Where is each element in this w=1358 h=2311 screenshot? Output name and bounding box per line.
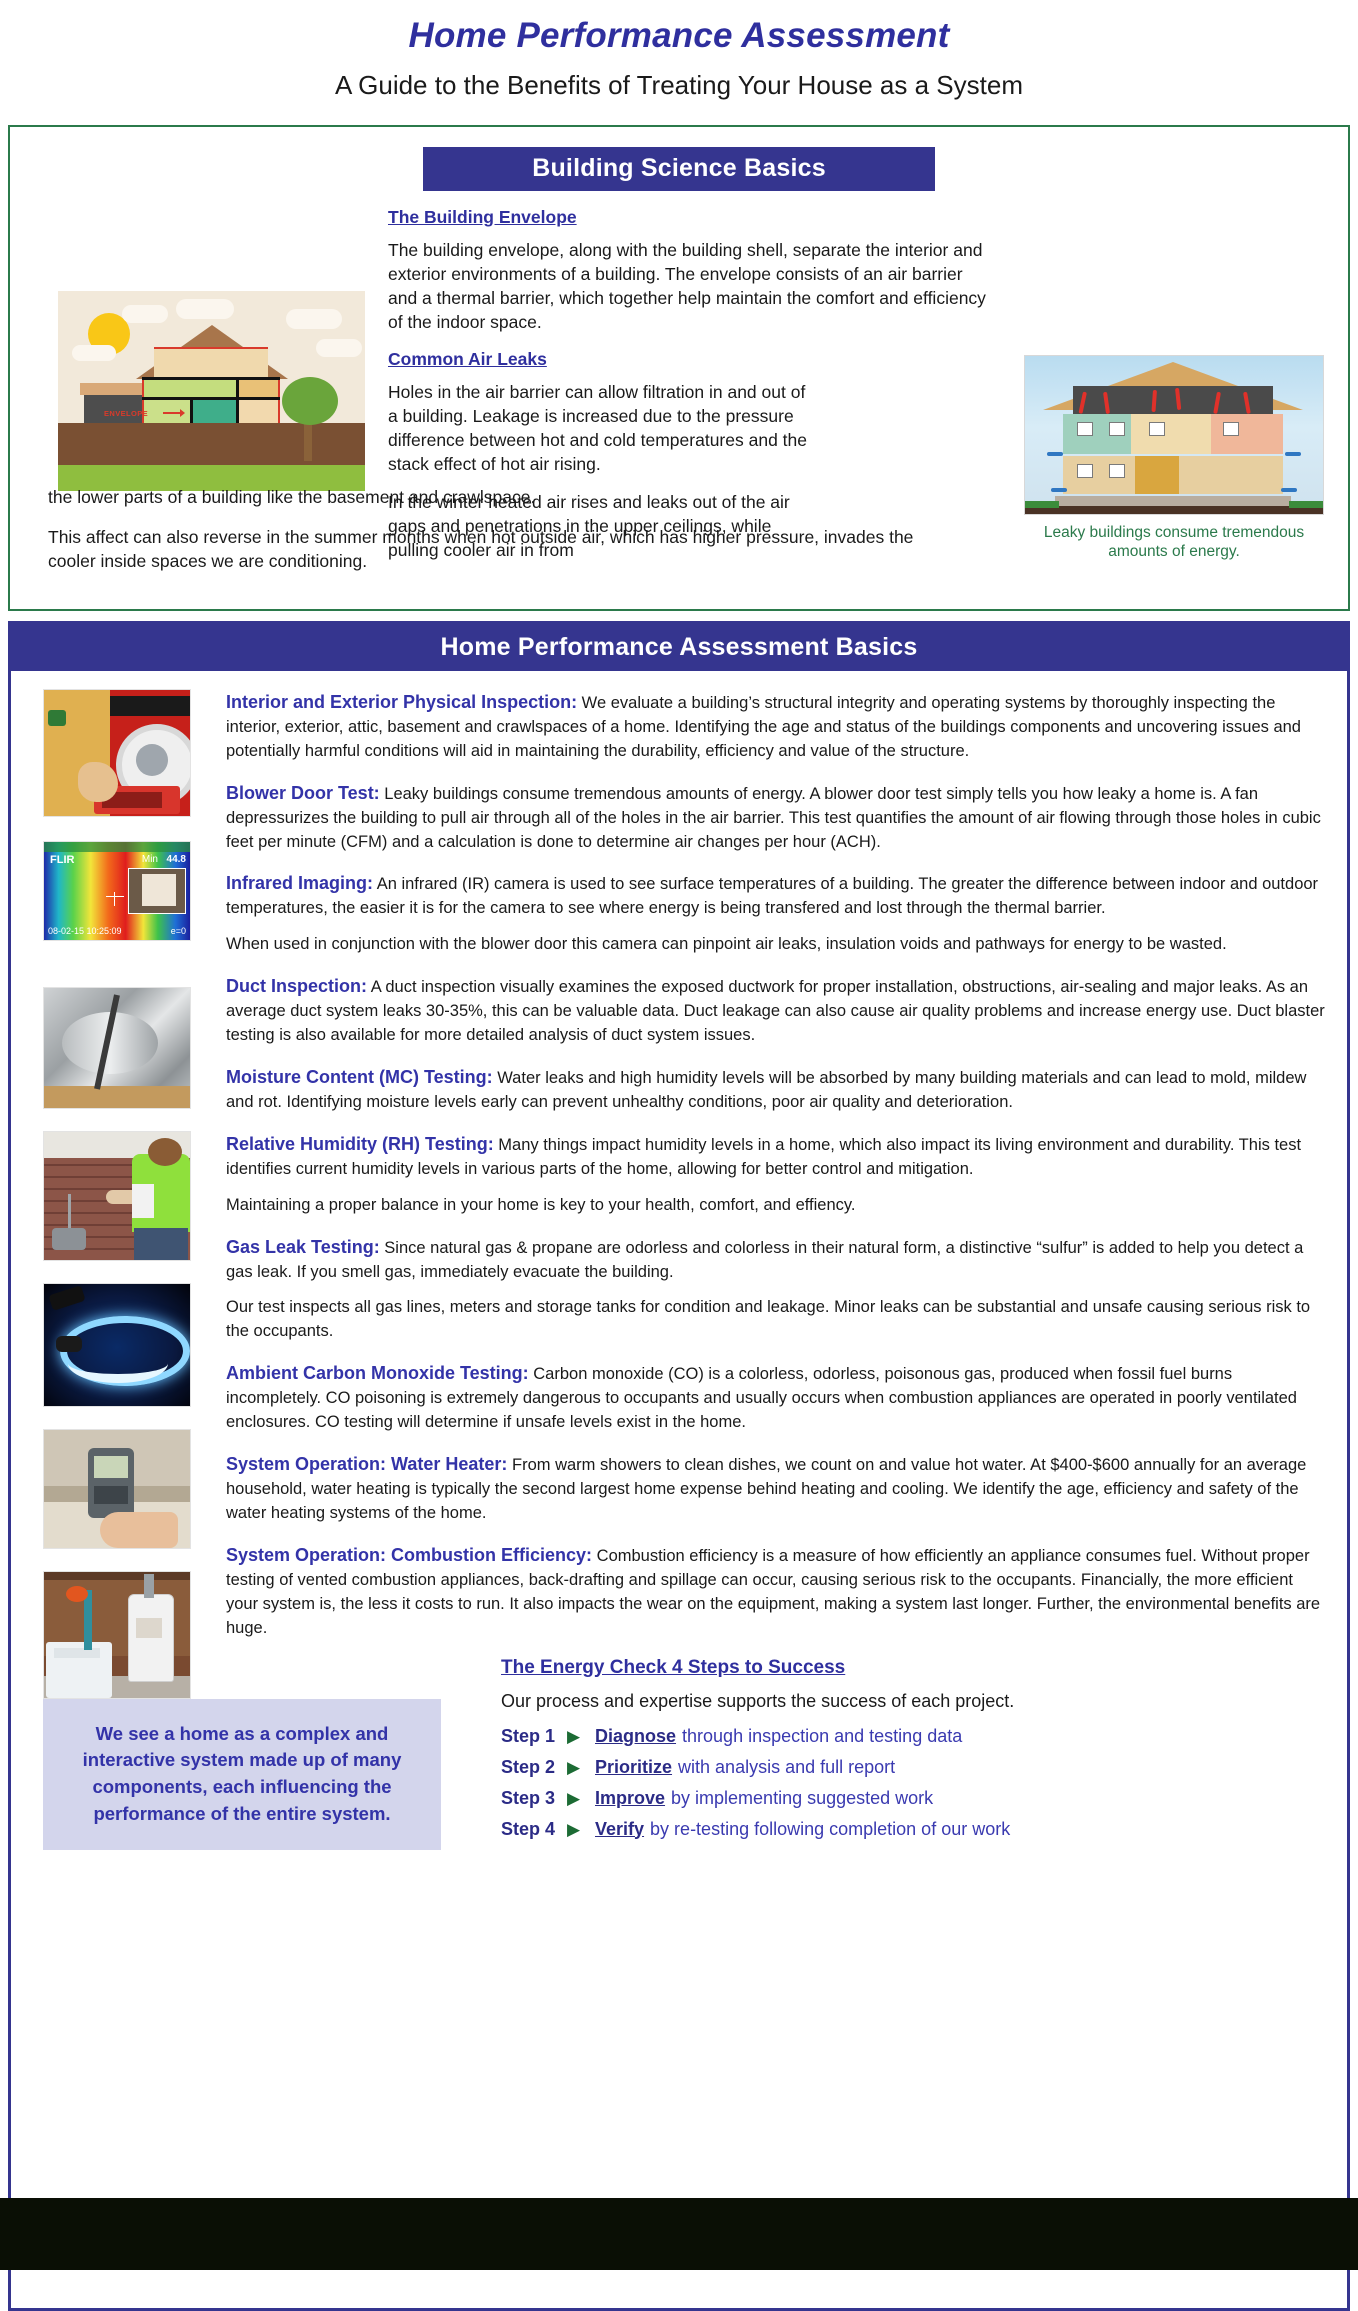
step-verb[interactable]: Verify bbox=[595, 1819, 644, 1839]
step-verb[interactable]: Prioritize bbox=[595, 1757, 672, 1777]
assessment-paragraph: Relative Humidity (RH) Testing: Many thi… bbox=[226, 1131, 1327, 1182]
building-envelope-heading[interactable]: The Building Envelope bbox=[388, 207, 988, 228]
step-row: Step 1 ▶ Diagnose through inspection and … bbox=[481, 1726, 1333, 1747]
bottom-area: We see a home as a complex and interacti… bbox=[11, 1657, 1347, 1850]
technician-at-brick-wall-photo bbox=[43, 1130, 191, 1261]
flexible-ductwork-photo bbox=[43, 986, 191, 1109]
step-label: Step 1 bbox=[501, 1725, 556, 1746]
common-air-leaks-paragraph-3: This affect can also reverse in the summ… bbox=[48, 526, 914, 572]
assessment-paragraph-lead: Blower Door Test: bbox=[226, 782, 380, 803]
assessment-paragraph-body: Our test inspects all gas lines, meters … bbox=[226, 1298, 1311, 1341]
building-science-basics-body: ENVELOPE The Building Envelope The build… bbox=[10, 203, 1348, 609]
assessment-paragraph-body: An infrared (IR) camera is used to see s… bbox=[226, 875, 1319, 918]
assessment-paragraph-lead: Ambient Carbon Monoxide Testing: bbox=[226, 1363, 529, 1384]
assessment-content: FLIR Min 44.8 08-02-15 10:25:09 e=0 Inte… bbox=[11, 671, 1347, 1850]
page-title: Home Performance Assessment bbox=[408, 16, 950, 55]
page-subtitle: A Guide to the Benefits of Treating Your… bbox=[335, 69, 1023, 100]
step-label: Step 2 bbox=[501, 1756, 556, 1777]
assessment-paragraph: Duct Inspection: A duct inspection visua… bbox=[226, 973, 1327, 1048]
step-verb[interactable]: Improve bbox=[595, 1788, 665, 1808]
step-row: Step 2 ▶ Prioritize with analysis and ful… bbox=[481, 1757, 1333, 1778]
step-text: by re-testing following completion of ou… bbox=[650, 1818, 1011, 1839]
cool-air-arrow-icon bbox=[1285, 451, 1301, 456]
assessment-paragraph-lead: System Operation: Combustion Efficiency: bbox=[226, 1544, 593, 1565]
assessment-paragraph-body: A duct inspection visually examines the … bbox=[226, 978, 1325, 1045]
title-block: Home Performance Assessment A Guide to t… bbox=[0, 0, 1358, 101]
assessment-paragraph: Our test inspects all gas lines, meters … bbox=[226, 1296, 1327, 1344]
flir-brand-label: FLIR bbox=[50, 853, 75, 866]
assessment-paragraph-body: When used in conjunction with the blower… bbox=[226, 935, 1227, 954]
cool-air-arrow-icon bbox=[1051, 487, 1067, 492]
step-arrow-icon: ▶ bbox=[567, 1819, 581, 1839]
building-science-basics-section: Building Science Basics ENVELOPE The Bui… bbox=[8, 124, 1350, 611]
leaky-building-figure: Leaky buildings consume tremendous amoun… bbox=[1024, 354, 1324, 562]
thermal-timestamp: 08-02-15 10:25:09 bbox=[48, 925, 122, 936]
building-science-basics-banner: Building Science Basics bbox=[423, 146, 935, 191]
step-label: Step 4 bbox=[501, 1818, 556, 1839]
blower-door-technician-photo bbox=[43, 688, 191, 817]
thermal-min-value: 44.8 bbox=[166, 853, 186, 865]
assessment-paragraph: System Operation: Combustion Efficiency:… bbox=[226, 1542, 1327, 1641]
assessment-paragraph: System Operation: Water Heater: From war… bbox=[226, 1451, 1327, 1526]
assessment-paragraph: Blower Door Test: Leaky buildings consum… bbox=[226, 780, 1327, 855]
footer-strip bbox=[0, 2198, 1358, 2270]
envelope-arrow-icon bbox=[163, 408, 185, 417]
step-arrow-icon: ▶ bbox=[567, 1788, 581, 1808]
assessment-paragraph-body: Maintaining a proper balance in your hom… bbox=[226, 1195, 856, 1214]
assessment-paragraph-lead: Duct Inspection: bbox=[226, 976, 368, 997]
assessment-paragraph: Maintaining a proper balance in your hom… bbox=[226, 1194, 1327, 1218]
assessment-paragraph: Infrared Imaging: An infrared (IR) camer… bbox=[226, 870, 1327, 921]
assessment-paragraph-lead: Interior and Exterior Physical Inspectio… bbox=[226, 691, 578, 712]
leaky-building-caption: Leaky buildings consume tremendous amoun… bbox=[1043, 523, 1305, 561]
assessment-paragraph-lead: Moisture Content (MC) Testing: bbox=[226, 1067, 493, 1087]
assessment-paragraph-lead: Gas Leak Testing: bbox=[226, 1236, 380, 1257]
assessment-paragraph: Gas Leak Testing: Since natural gas & pr… bbox=[226, 1234, 1327, 1285]
four-steps-intro: Our process and expertise supports the s… bbox=[501, 1690, 1015, 1711]
step-verb[interactable]: Diagnose bbox=[595, 1726, 676, 1746]
assessment-text-column: Interior and Exterior Physical Inspectio… bbox=[226, 689, 1327, 1641]
cool-air-arrow-icon bbox=[1281, 487, 1297, 492]
step-text: with analysis and full report bbox=[678, 1756, 896, 1777]
four-steps-title[interactable]: The Energy Check 4 Steps to Success bbox=[481, 1657, 1333, 1679]
house-envelope-illustration: ENVELOPE bbox=[58, 290, 365, 491]
common-air-leaks-heading[interactable]: Common Air Leaks bbox=[388, 349, 988, 370]
common-air-leaks-paragraph-2-wrap: the lower parts of a building like the b… bbox=[48, 486, 536, 507]
step-row: Step 3 ▶ Improve by implementing suggeste… bbox=[481, 1788, 1333, 1809]
document-page: Home Performance Assessment A Guide to t… bbox=[0, 0, 1358, 2311]
step-arrow-icon: ▶ bbox=[567, 1726, 581, 1746]
four-steps-area: The Energy Check 4 Steps to Success Our … bbox=[481, 1657, 1333, 1850]
assessment-paragraph: When used in conjunction with the blower… bbox=[226, 933, 1327, 957]
home-performance-assessment-basics-banner: Home Performance Assessment Basics bbox=[11, 623, 1347, 671]
step-text: by implementing suggested work bbox=[671, 1787, 934, 1808]
leaky-building-illustration bbox=[1024, 354, 1324, 515]
assessment-paragraph: Ambient Carbon Monoxide Testing: Carbon … bbox=[226, 1360, 1327, 1435]
system-philosophy-quote: We see a home as a complex and interacti… bbox=[43, 1698, 441, 1850]
common-air-leaks-paragraph-1: Holes in the air barrier can allow filtr… bbox=[388, 381, 807, 474]
assessment-paragraph-body: Since natural gas & propane are odorless… bbox=[226, 1238, 1304, 1281]
flir-infrared-thermal-image: FLIR Min 44.8 08-02-15 10:25:09 e=0 bbox=[43, 840, 191, 941]
assessment-paragraph-lead: Infrared Imaging: bbox=[226, 873, 374, 894]
handheld-co-meter-photo bbox=[43, 1428, 191, 1549]
assessment-paragraph-lead: System Operation: Water Heater: bbox=[226, 1454, 508, 1475]
step-arrow-icon: ▶ bbox=[567, 1757, 581, 1777]
building-envelope-paragraph: The building envelope, along with the bu… bbox=[388, 239, 986, 333]
home-performance-assessment-basics-section: Home Performance Assessment Basics FLIR … bbox=[8, 620, 1350, 2311]
step-text: through inspection and testing data bbox=[682, 1725, 963, 1746]
step-row: Step 4 ▶ Verify by re-testing following c… bbox=[481, 1819, 1333, 1840]
assessment-paragraph-body: Leaky buildings consume tremendous amoun… bbox=[226, 784, 1321, 851]
envelope-label: ENVELOPE bbox=[104, 408, 149, 418]
assessment-paragraph: Moisture Content (MC) Testing: Water lea… bbox=[226, 1064, 1327, 1115]
assessment-paragraph: Interior and Exterior Physical Inspectio… bbox=[226, 689, 1327, 764]
blue-gas-burner-flame-photo bbox=[43, 1282, 191, 1407]
cool-air-arrow-icon bbox=[1047, 451, 1063, 456]
assessment-paragraph-lead: Relative Humidity (RH) Testing: bbox=[226, 1133, 494, 1154]
thermal-emissivity: e=0 bbox=[170, 925, 186, 936]
thermal-min-label: Min bbox=[141, 853, 158, 865]
step-label: Step 3 bbox=[501, 1787, 556, 1808]
envelope-text-column: The Building Envelope The building envel… bbox=[388, 207, 988, 563]
